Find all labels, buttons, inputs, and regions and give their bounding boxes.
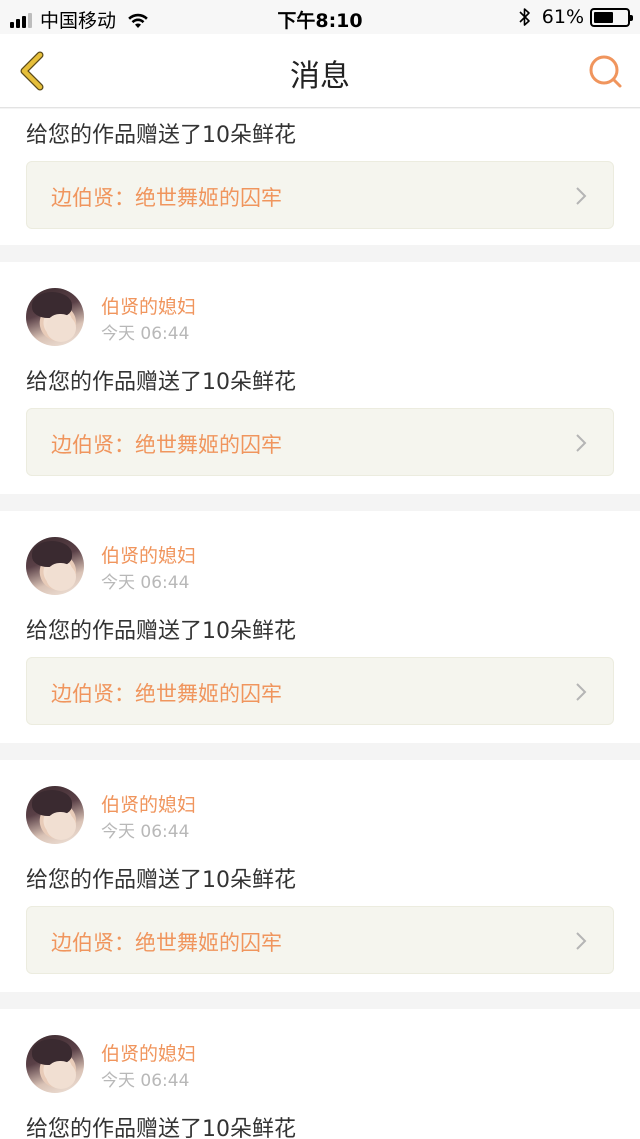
message-text: 给您的作品赠送了10朵鲜花 [26,619,296,644]
message-card: 伯贤的媳妇 今天 06:44 给您的作品赠送了10朵鲜花 边伯贤：绝世舞姬的囚牢 [0,262,640,494]
message-card: 伯贤的媳妇 今天 06:44 给您的作品赠送了10朵鲜花 边伯贤：绝世舞姬的囚牢 [0,760,640,992]
work-link[interactable]: 边伯贤：绝世舞姬的囚牢 [26,408,614,476]
work-link[interactable]: 边伯贤：绝世舞姬的囚牢 [26,657,614,725]
message-time: 今天 06:44 [101,573,190,593]
chevron-right-icon [576,683,587,701]
work-title: 边伯贤：绝世舞姬的囚牢 [51,931,282,955]
message-text: 给您的作品赠送了10朵鲜花 [26,868,296,893]
sender-name[interactable]: 伯贤的媳妇 [101,1039,196,1066]
avatar[interactable] [26,786,84,844]
nav-bar: 消息 [0,34,640,108]
bluetooth-icon [519,8,530,26]
message-list: 给您的作品赠送了10朵鲜花 边伯贤：绝世舞姬的囚牢 伯贤的媳妇 今天 06:44… [0,109,640,1139]
status-left: 中国移动 [10,6,150,33]
message-time: 今天 06:44 [101,822,190,842]
work-title: 边伯贤：绝世舞姬的囚牢 [51,186,282,210]
sender-name[interactable]: 伯贤的媳妇 [101,292,196,319]
battery-percent: 61% [541,6,584,28]
chevron-right-icon [576,932,587,950]
message-card: 给您的作品赠送了10朵鲜花 边伯贤：绝世舞姬的囚牢 [0,109,640,245]
work-link[interactable]: 边伯贤：绝世舞姬的囚牢 [26,906,614,974]
search-icon[interactable] [586,52,626,92]
battery-level-fill [594,11,614,23]
message-text: 给您的作品赠送了10朵鲜花 [26,370,296,395]
avatar[interactable] [26,1035,84,1093]
carrier-label: 中国移动 [40,10,117,32]
card-separator [0,245,640,262]
avatar[interactable] [26,288,84,346]
message-time: 今天 06:44 [101,1071,190,1091]
message-card: 伯贤的媳妇 今天 06:44 给您的作品赠送了10朵鲜花 [0,1009,640,1139]
work-title: 边伯贤：绝世舞姬的囚牢 [51,682,282,706]
message-text: 给您的作品赠送了10朵鲜花 [26,1117,296,1139]
message-text: 给您的作品赠送了10朵鲜花 [26,123,296,148]
sender-name[interactable]: 伯贤的媳妇 [101,790,196,817]
message-time: 今天 06:44 [101,324,190,344]
chevron-left-icon[interactable] [14,49,50,93]
wifi-icon [128,13,148,28]
card-separator [0,743,640,760]
chevron-right-icon [576,187,587,205]
status-bar: 中国移动 下午8:10 61% [0,0,640,34]
card-separator [0,494,640,511]
messages-screen: 中国移动 下午8:10 61% 消息 给您的作品赠送了10朵鲜花 边伯贤：绝世舞… [0,0,640,1139]
card-separator [0,992,640,1009]
work-link[interactable]: 边伯贤：绝世舞姬的囚牢 [26,161,614,229]
signal-icon [10,12,34,28]
page-title: 消息 [290,59,350,94]
status-right: 61% [518,6,633,28]
message-card: 伯贤的媳妇 今天 06:44 给您的作品赠送了10朵鲜花 边伯贤：绝世舞姬的囚牢 [0,511,640,743]
work-title: 边伯贤：绝世舞姬的囚牢 [51,433,282,457]
sender-name[interactable]: 伯贤的媳妇 [101,541,196,568]
chevron-right-icon [576,434,587,452]
battery-icon [590,7,633,27]
avatar[interactable] [26,537,84,595]
